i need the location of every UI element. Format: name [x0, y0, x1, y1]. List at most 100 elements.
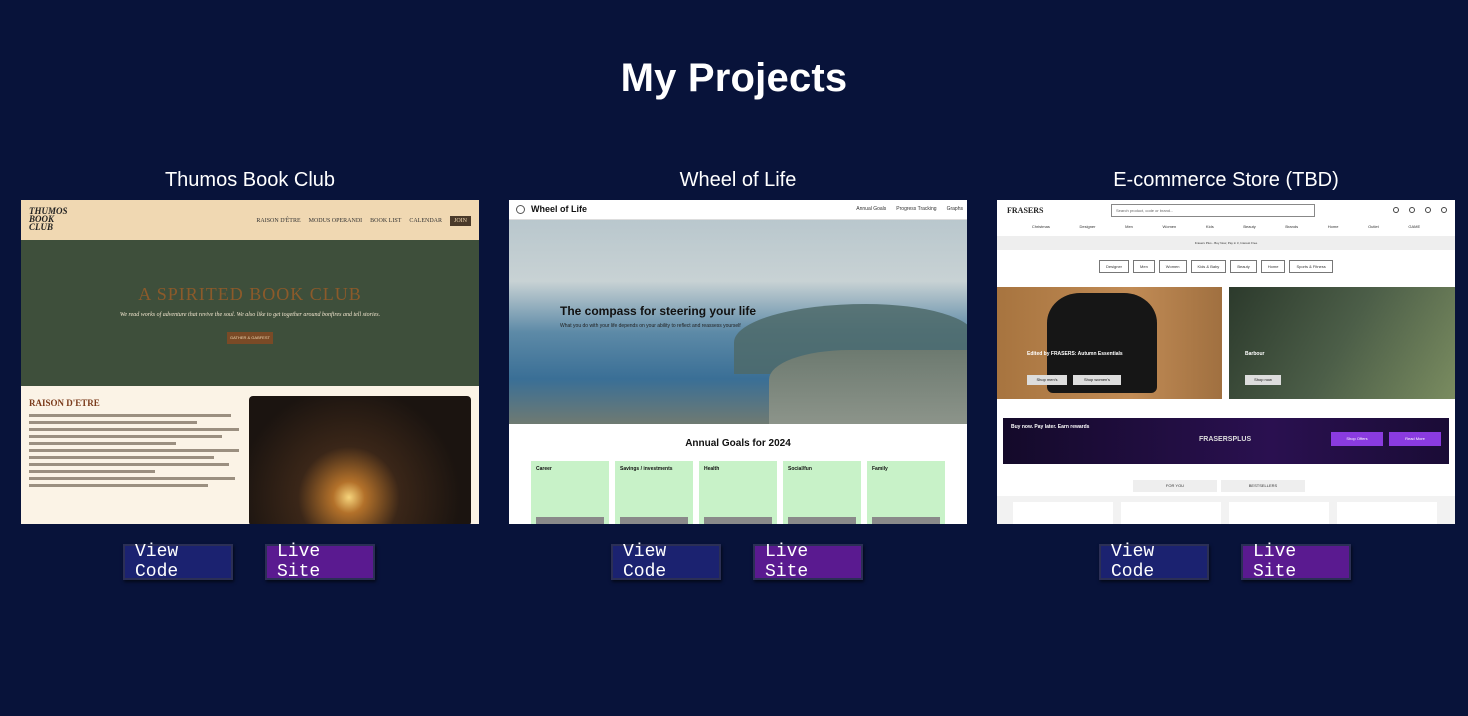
preview-promo-title: Barbour: [1245, 351, 1265, 357]
view-code-button[interactable]: View Code: [611, 542, 721, 582]
preview-goals-section: Annual Goals for 2024 Career Savings / i…: [509, 424, 967, 524]
preview-category: Beauty: [1243, 224, 1256, 229]
preview-promo-jackets: Edited by FRASERS: Autumn Essentials Sho…: [997, 287, 1222, 399]
preview-goals-title: Annual Goals for 2024: [685, 438, 791, 449]
bag-icon: [1441, 207, 1447, 213]
preview-goal-card: Social/fun: [783, 461, 861, 524]
preview-goal-card: Family: [867, 461, 945, 524]
preview-nav-item: Annual Goals: [856, 206, 887, 212]
preview-product-grid: [997, 496, 1455, 524]
preview-goal-label: Family: [872, 466, 888, 472]
preview-pill: Women: [1158, 260, 1187, 273]
preview-promo-button: Shop men's: [1027, 375, 1067, 385]
preview-nav-item: BOOK LIST: [370, 218, 402, 224]
preview-text-lines: [29, 414, 239, 491]
heart-icon: [1425, 207, 1431, 213]
preview-categories: Christmas Designer Men Women Kids Beauty…: [997, 224, 1455, 236]
preview-banner: Frasers Plus - Buy Now, Pay in 3, Intere…: [997, 236, 1455, 250]
view-code-button[interactable]: View Code: [123, 542, 233, 582]
preview-nav-item: Graphs: [946, 206, 963, 212]
preview-goal-card: Savings / investments: [615, 461, 693, 524]
project-screenshot: THUMOS BOOK CLUB RAISON D'ÊTRE MODUS OPE…: [21, 200, 479, 524]
preview-plus-title: Buy now. Pay later. Earn rewards: [1011, 424, 1090, 430]
preview-pill: Men: [1133, 260, 1155, 273]
preview-pill: Beauty: [1230, 260, 1257, 273]
preview-category: Outlet: [1368, 224, 1379, 229]
preview-category: Home: [1327, 224, 1339, 229]
location-icon: [1393, 207, 1399, 213]
project-screenshot: Wheel of Life Annual Goals Progress Trac…: [509, 200, 967, 524]
preview-pill: Designer: [1099, 260, 1130, 273]
preview-goals: Career Savings / investments Health Soci…: [531, 461, 945, 524]
preview-category: Christmas: [1031, 224, 1050, 229]
project-buttons: View Code Live Site: [997, 542, 1455, 582]
project-card-thumos: Thumos Book Club THUMOS BOOK CLUB RAISON…: [21, 166, 479, 582]
preview-nav-item: MODUS OPERANDI: [308, 218, 363, 224]
preview-body: RAISON D'ETRE: [21, 386, 479, 524]
preview-goal-card: Health: [699, 461, 777, 524]
preview-goal-label: Career: [536, 466, 552, 472]
preview-header: THUMOS BOOK CLUB RAISON D'ÊTRE MODUS OPE…: [21, 200, 479, 240]
preview-goal-card: Career: [531, 461, 609, 524]
preview-tab: BESTSELLERS: [1221, 480, 1305, 492]
view-code-button[interactable]: View Code: [1099, 542, 1209, 582]
project-buttons: View Code Live Site: [509, 542, 967, 582]
preview-frasers-plus-banner: Buy now. Pay later. Earn rewards FRASERS…: [1003, 418, 1449, 464]
preview-goal-label: Social/fun: [788, 466, 812, 472]
page-title: My Projects: [620, 56, 848, 100]
preview-promo-button: Shop women's: [1073, 375, 1121, 385]
preview-pills: Designer Men Women Kids & Baby Beauty Ho…: [1099, 260, 1333, 273]
preview-category: Women: [1162, 224, 1177, 229]
preview-nav: Annual Goals Progress Tracking Graphs: [856, 206, 963, 212]
preview-nav: RAISON D'ÊTRE MODUS OPERANDI BOOK LIST C…: [256, 216, 471, 226]
project-title: Thumos Book Club: [164, 169, 336, 191]
preview-plus-button: Shop Offers: [1331, 432, 1383, 446]
preview-category: Kids: [1205, 224, 1214, 229]
live-site-button[interactable]: Live Site: [753, 542, 863, 582]
preview-hero-button: GATHER & GABFEST: [227, 332, 273, 344]
preview-hero: The compass for steering your life What …: [509, 220, 967, 424]
preview-pill: Kids & Baby: [1190, 260, 1227, 273]
preview-goal-label: Health: [704, 466, 720, 472]
project-card-wheel-of-life: Wheel of Life Wheel of Life Annual Goals…: [509, 166, 967, 582]
preview-plus-brand: FRASERSPLUS: [1199, 436, 1252, 443]
project-screenshot: FRASERS Search product, code or brand...…: [997, 200, 1455, 524]
preview-campfire-image: [249, 396, 471, 524]
preview-hero-title: A SPIRITED BOOK CLUB: [138, 284, 362, 304]
account-icon: [1409, 207, 1415, 213]
preview-land: [769, 350, 967, 424]
preview-search: Search product, code or brand...: [1111, 204, 1315, 217]
preview-promo-barbour: Barbour Shop now: [1229, 287, 1455, 399]
preview-nav-item: Progress Tracking: [896, 206, 937, 212]
preview-category: GAME: [1408, 224, 1421, 229]
project-title: E-commerce Store (TBD): [1113, 169, 1339, 191]
preview-header-icons: [1393, 207, 1447, 213]
preview-tabs: FOR YOU BESTSELLERS: [1133, 480, 1305, 492]
project-card-ecommerce: E-commerce Store (TBD) FRASERS Search pr…: [997, 166, 1455, 582]
preview-category: Brands: [1285, 224, 1299, 229]
preview-nav-item: RAISON D'ÊTRE: [256, 218, 301, 224]
preview-logo: THUMOS BOOK CLUB: [29, 206, 68, 232]
project-buttons: View Code Live Site: [21, 542, 479, 582]
preview-hero-subtitle: What you do with your life depends on yo…: [560, 323, 741, 329]
preview-logo: FRASERS: [1007, 206, 1044, 215]
preview-brand: Wheel of Life: [531, 204, 587, 214]
wheel-icon: [516, 205, 525, 214]
preview-header: Wheel of Life Annual Goals Progress Trac…: [509, 200, 967, 220]
preview-section-title: RAISON D'ETRE: [29, 398, 100, 408]
preview-hero: A SPIRITED BOOK CLUB We read works of ad…: [21, 240, 479, 386]
preview-hero-title: The compass for steering your life: [560, 304, 757, 318]
preview-category: Men: [1125, 224, 1133, 229]
live-site-button[interactable]: Live Site: [265, 542, 375, 582]
preview-goal-label: Savings / investments: [620, 466, 673, 472]
preview-plus-button: Read More: [1389, 432, 1441, 446]
live-site-button[interactable]: Live Site: [1241, 542, 1351, 582]
preview-nav-item: JOIN: [450, 216, 471, 226]
preview-tab: FOR YOU: [1133, 480, 1217, 492]
preview-nav-item: CALENDAR: [409, 218, 442, 224]
preview-category: Designer: [1079, 224, 1096, 229]
preview-hero-subtitle: We read works of adventure that revive t…: [119, 312, 381, 318]
preview-promo-button: Shop now: [1245, 375, 1281, 385]
project-title: Wheel of Life: [679, 169, 797, 191]
preview-promo-title: Edited by FRASERS: Autumn Essentials: [1027, 351, 1123, 357]
